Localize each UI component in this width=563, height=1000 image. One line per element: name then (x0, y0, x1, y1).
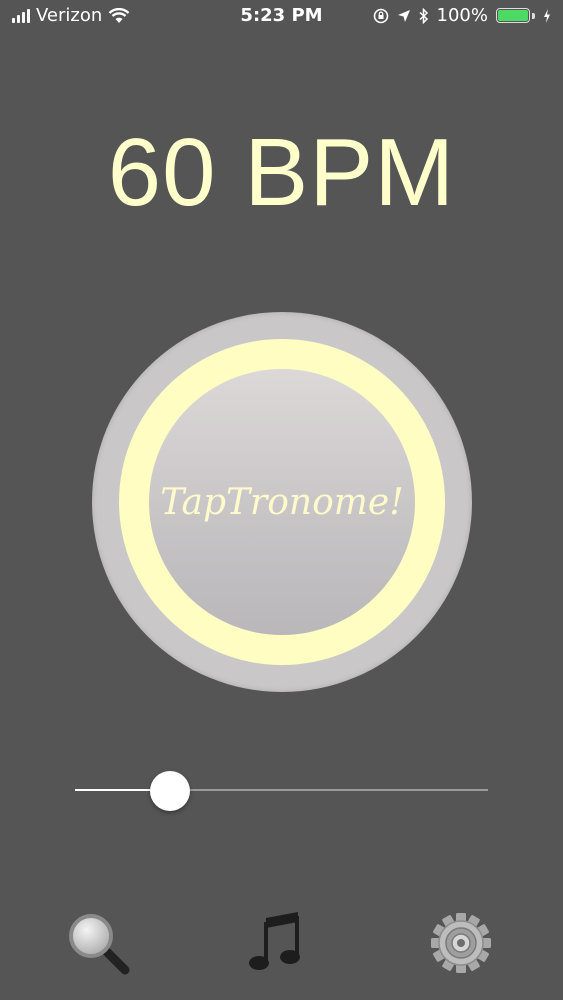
slider-thumb[interactable] (149, 771, 190, 811)
search-button[interactable] (63, 908, 133, 978)
tap-button-label: TapTronome! (160, 481, 404, 523)
tap-button[interactable]: TapTronome! (92, 312, 472, 692)
battery-percent: 100% (436, 5, 488, 26)
battery-tip (532, 12, 535, 19)
tap-button-ring: TapTronome! (119, 339, 445, 665)
music-note-icon (249, 912, 300, 970)
location-icon (397, 9, 410, 22)
magnifier-icon (69, 914, 130, 975)
tempo-slider[interactable] (75, 771, 488, 811)
battery-icon (496, 8, 530, 23)
tap-button-center[interactable]: TapTronome! (149, 369, 415, 635)
gear-icon (431, 913, 491, 973)
status-bar: Verizon 5:23 PM 100% (0, 0, 563, 34)
bluetooth-icon (419, 7, 428, 24)
settings-button[interactable] (426, 908, 496, 978)
battery-fill (498, 10, 528, 21)
status-bar-right: 100% (373, 5, 551, 26)
charging-icon (544, 8, 550, 23)
screen-lock-icon (373, 8, 388, 23)
music-button[interactable] (243, 908, 313, 978)
bottom-toolbar (0, 908, 563, 988)
tempo-display: 60 BPM (107, 119, 456, 226)
